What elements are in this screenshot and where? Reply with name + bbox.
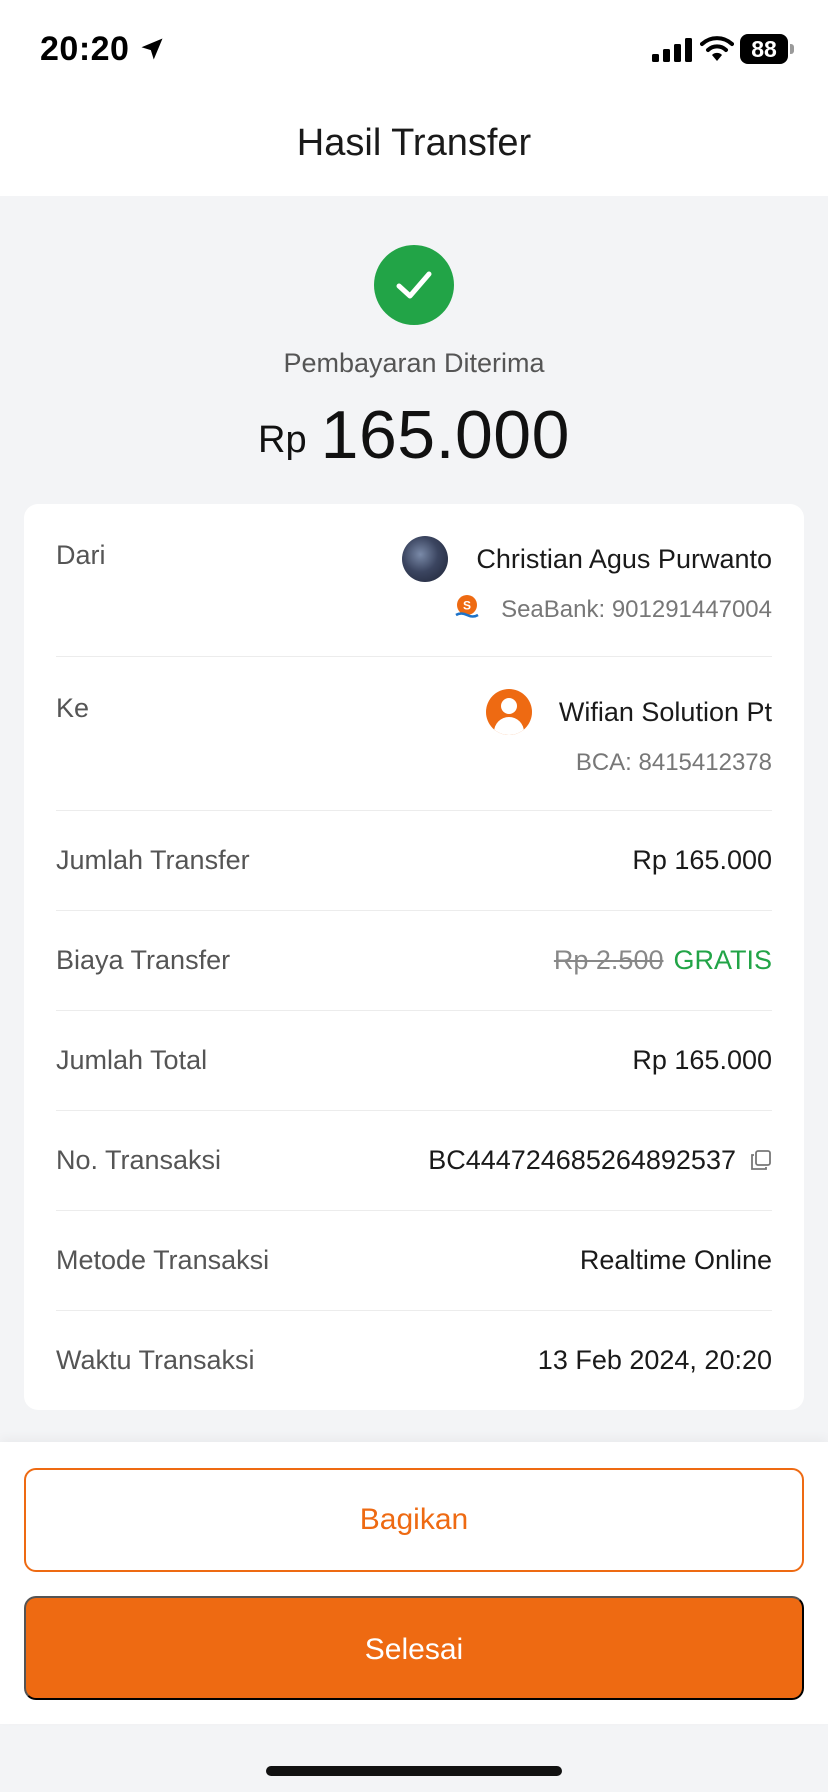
user-icon-body	[494, 717, 524, 735]
payment-status: Pembayaran Diterima	[283, 348, 545, 378]
fee-free: GRATIS	[673, 945, 772, 975]
to-label: Ke	[56, 693, 90, 723]
user-icon-head	[501, 698, 517, 714]
page-title: Hasil Transfer	[296, 122, 532, 164]
transfer-amount-label: Jumlah Transfer	[56, 845, 250, 875]
amount-value: 165.000	[320, 397, 570, 473]
transaction-details-card: Dari Christian Agus Purwanto S SeaBank: …	[24, 504, 804, 1410]
transfer-result-screen: 20:20 88 Hasil Transfer Pembayaran Diter…	[0, 0, 828, 1792]
done-button[interactable]: Selesai	[24, 1596, 804, 1700]
seabank-icon: S	[455, 595, 479, 618]
transfer-amount-display: Rp 165.000	[0, 396, 828, 474]
fee-original: Rp 2.500	[553, 945, 664, 975]
transaction-no-value: BC444724685264892537	[428, 1145, 736, 1175]
wifi-icon	[700, 36, 734, 61]
detail-row-transaction-no: No. Transaksi BC444724685264892537	[56, 1111, 772, 1211]
transfer-amount-value: Rp 165.000	[632, 845, 772, 875]
detail-row-to: Ke Wifian Solution Pt BCA: 8415412378	[56, 657, 772, 811]
detail-row-time: Waktu Transaksi 13 Feb 2024, 20:20	[56, 1311, 772, 1410]
sender-name: Christian Agus Purwanto	[476, 544, 772, 574]
fee-value: Rp 2.500 GRATIS	[554, 945, 772, 976]
detail-row-from: Dari Christian Agus Purwanto S SeaBank: …	[56, 504, 772, 657]
battery-tip	[790, 44, 794, 54]
amount-currency: Rp	[258, 419, 307, 461]
bottom-action-panel: Bagikan Selesai	[0, 1442, 828, 1724]
total-value: Rp 165.000	[632, 1045, 772, 1075]
time-value: 13 Feb 2024, 20:20	[537, 1345, 772, 1375]
copy-icon[interactable]	[750, 1149, 772, 1171]
fee-label: Biaya Transfer	[56, 945, 231, 975]
battery-level: 88	[740, 34, 788, 64]
from-label: Dari	[56, 540, 106, 570]
detail-row-total: Jumlah Total Rp 165.000	[56, 1011, 772, 1111]
status-bar: 20:20 88	[0, 0, 828, 100]
detail-row-transfer-amount: Jumlah Transfer Rp 165.000	[56, 811, 772, 911]
time-label: Waktu Transaksi	[56, 1345, 255, 1375]
sender-avatar	[402, 536, 448, 582]
user-icon	[486, 689, 532, 735]
method-value: Realtime Online	[579, 1245, 772, 1275]
battery-icon: 88	[740, 34, 794, 64]
share-button[interactable]: Bagikan	[24, 1468, 804, 1572]
total-label: Jumlah Total	[56, 1045, 208, 1075]
checkmark-icon	[396, 271, 432, 299]
detail-row-method: Metode Transaksi Realtime Online	[56, 1211, 772, 1311]
location-arrow-icon	[141, 38, 163, 60]
method-label: Metode Transaksi	[56, 1245, 270, 1275]
check-circle-icon	[374, 245, 454, 325]
recipient-name: Wifian Solution Pt	[558, 697, 772, 727]
home-indicator[interactable]	[266, 1766, 562, 1776]
sender-bank-account: SeaBank: 901291447004	[501, 596, 772, 623]
detail-row-fee: Biaya Transfer Rp 2.500 GRATIS	[56, 911, 772, 1011]
recipient-bank-account: BCA: 8415412378	[575, 749, 772, 776]
transaction-no-label: No. Transaksi	[56, 1145, 222, 1175]
svg-text:S: S	[463, 599, 471, 613]
status-time: 20:20	[40, 30, 130, 68]
signal-icon	[652, 38, 692, 62]
